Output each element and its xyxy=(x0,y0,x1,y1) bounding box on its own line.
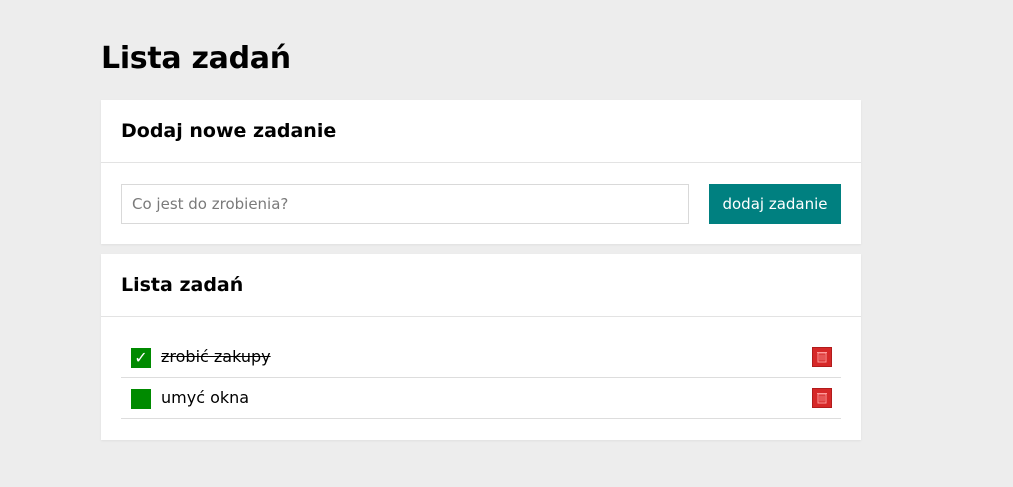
checkbox-icon[interactable] xyxy=(131,389,151,409)
add-task-form: dodaj zadanie xyxy=(121,184,841,224)
add-task-header: Dodaj nowe zadanie xyxy=(101,100,861,163)
task-item: ✓ zrobić zakupy xyxy=(121,337,841,378)
add-task-button[interactable]: dodaj zadanie xyxy=(709,184,841,224)
trash-icon[interactable] xyxy=(812,388,832,408)
task-list: ✓ zrobić zakupy umyć okna xyxy=(121,337,841,419)
add-task-card: Dodaj nowe zadanie dodaj zadanie xyxy=(101,100,861,244)
task-item: umyć okna xyxy=(121,378,841,419)
add-task-heading: Dodaj nowe zadanie xyxy=(121,120,337,142)
task-list-heading: Lista zadań xyxy=(121,274,244,296)
new-task-input[interactable] xyxy=(121,184,689,224)
task-label: zrobić zakupy xyxy=(161,347,271,366)
task-list-card: Lista zadań ✓ zrobić zakupy umyć okna xyxy=(101,254,861,440)
page-title: Lista zadań xyxy=(101,41,291,76)
task-list-header: Lista zadań xyxy=(101,254,861,317)
checkmark-icon[interactable]: ✓ xyxy=(131,348,151,368)
task-label: umyć okna xyxy=(161,388,250,407)
trash-icon[interactable] xyxy=(812,347,832,367)
